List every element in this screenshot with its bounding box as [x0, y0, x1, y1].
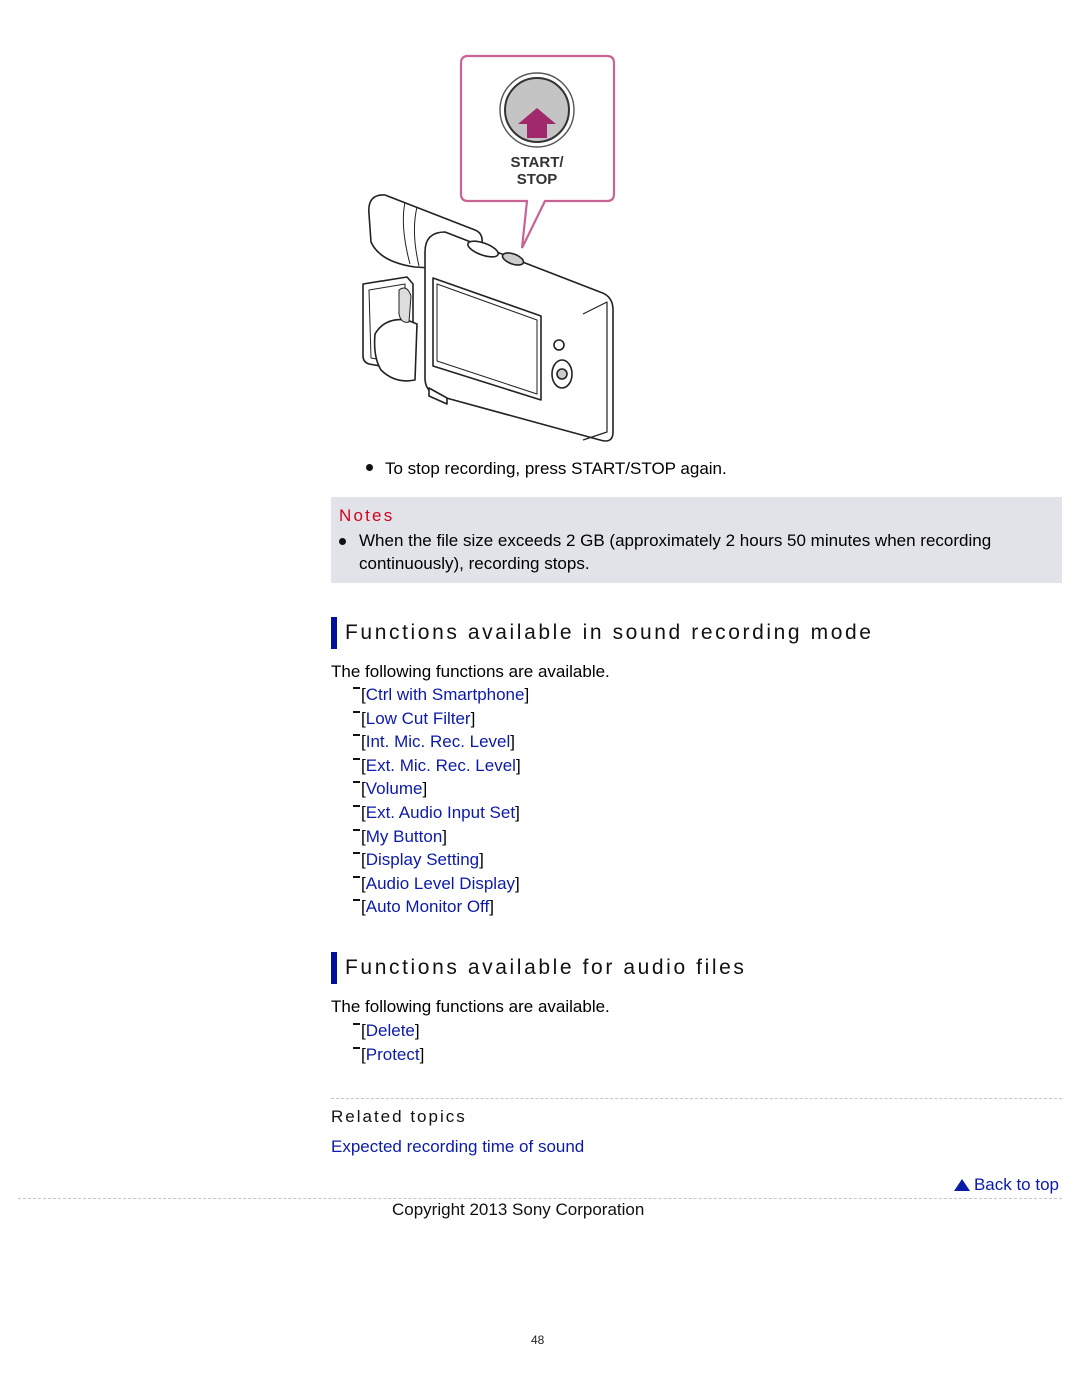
dash-icon — [353, 828, 360, 831]
link-audio-level-display[interactable]: Audio Level Display — [366, 872, 515, 896]
list-item: [Audio Level Display] — [353, 872, 529, 896]
notes-item: When the file size exceeds 2 GB (approxi… — [339, 529, 1039, 575]
bullet-icon — [339, 538, 346, 545]
device-illustration: START/ STOP — [355, 52, 620, 442]
link-expected-recording-time[interactable]: Expected recording time of sound — [331, 1137, 584, 1157]
link-ctrl-with-smartphone[interactable]: Ctrl with Smartphone — [366, 683, 525, 707]
notes-box: Notes When the file size exceeds 2 GB (a… — [331, 497, 1062, 583]
section-heading-audio-files: Functions available for audio files — [331, 952, 747, 984]
list-item: [Volume] — [353, 777, 529, 801]
callout-label-line1: START/ — [510, 154, 564, 171]
link-ext-mic-rec-level[interactable]: Ext. Mic. Rec. Level — [366, 754, 516, 778]
notes-item-text: When the file size exceeds 2 GB (approxi… — [359, 531, 992, 573]
section-heading-text: Functions available in sound recording m… — [345, 621, 874, 644]
heading-bar — [331, 617, 337, 649]
link-auto-monitor-off[interactable]: Auto Monitor Off — [366, 895, 489, 919]
list-item: [Int. Mic. Rec. Level] — [353, 730, 529, 754]
function-list-recording: [Ctrl with Smartphone] [Low Cut Filter] … — [353, 683, 529, 919]
back-to-top-link[interactable]: Back to top — [953, 1175, 1059, 1195]
link-display-setting[interactable]: Display Setting — [366, 848, 479, 872]
related-topics-title: Related topics — [331, 1107, 467, 1126]
section-heading-recording-mode: Functions available in sound recording m… — [331, 617, 874, 649]
dash-icon — [353, 875, 360, 878]
dash-icon — [353, 710, 360, 713]
notes-title: Notes — [339, 506, 395, 525]
copyright-text: Copyright 2013 Sony Corporation — [392, 1200, 645, 1219]
function-list-audio-files: [Delete] [Protect] — [353, 1019, 424, 1066]
section-intro: The following functions are available. — [331, 662, 610, 681]
dash-icon — [353, 804, 360, 807]
dash-icon — [353, 899, 360, 902]
section-intro: The following functions are available. — [331, 997, 610, 1016]
section-heading-text: Functions available for audio files — [345, 956, 747, 979]
list-item: [Delete] — [353, 1019, 424, 1043]
dash-icon — [353, 852, 360, 855]
up-triangle-icon — [953, 1179, 970, 1191]
callout-label-line2: STOP — [517, 171, 558, 188]
link-my-button[interactable]: My Button — [366, 825, 443, 849]
dash-icon — [353, 687, 360, 689]
link-low-cut-filter[interactable]: Low Cut Filter — [366, 707, 471, 731]
link-volume[interactable]: Volume — [366, 777, 423, 801]
list-item: [Ext. Mic. Rec. Level] — [353, 754, 529, 778]
stop-instruction: To stop recording, press START/STOP agai… — [366, 458, 727, 480]
list-item: [Protect] — [353, 1043, 424, 1067]
dash-icon — [353, 1023, 360, 1025]
back-to-top-label: Back to top — [973, 1175, 1059, 1194]
heading-bar — [331, 952, 337, 984]
start-stop-button-icon — [499, 72, 575, 148]
list-item: [Low Cut Filter] — [353, 707, 529, 731]
recorder-device-icon — [362, 194, 614, 442]
link-int-mic-rec-level[interactable]: Int. Mic. Rec. Level — [366, 730, 511, 754]
page-number: 48 — [531, 1333, 545, 1347]
divider — [331, 1098, 1062, 1099]
link-protect[interactable]: Protect — [366, 1043, 420, 1067]
dash-icon — [353, 757, 360, 760]
dash-icon — [353, 1046, 360, 1049]
list-item: [Ext. Audio Input Set] — [353, 801, 529, 825]
bullet-icon — [366, 463, 373, 471]
list-item: [My Button] — [353, 825, 529, 849]
stop-instruction-text: To stop recording, press START/STOP agai… — [385, 459, 727, 478]
list-item: [Display Setting] — [353, 848, 529, 872]
dash-icon — [353, 781, 360, 784]
dash-icon — [353, 734, 360, 737]
list-item: [Auto Monitor Off] — [353, 895, 529, 919]
footer-divider — [18, 1198, 1062, 1199]
link-ext-audio-input-set[interactable]: Ext. Audio Input Set — [366, 801, 515, 825]
list-item: [Ctrl with Smartphone] — [353, 683, 529, 707]
link-delete[interactable]: Delete — [366, 1019, 415, 1043]
